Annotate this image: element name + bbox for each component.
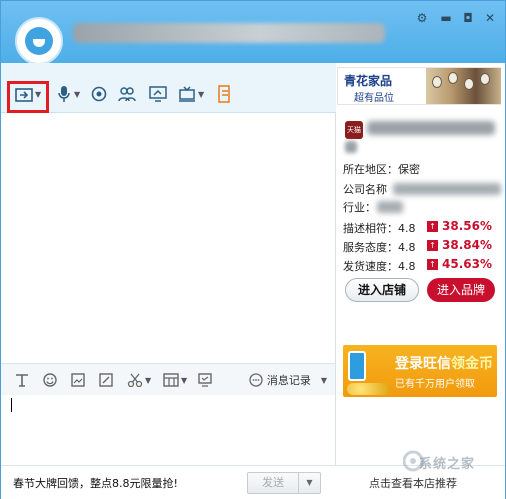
up-arrow-icon: ↑ bbox=[427, 259, 438, 270]
message-history-button[interactable]: 消息记录 ▼ bbox=[249, 372, 327, 388]
send-button[interactable]: 发送 bbox=[247, 472, 299, 494]
store-info-panel: 青花家品 超有品位 天猫 所在地区：保密 公司名称 行业： 描述相符：4.8 ↑… bbox=[337, 63, 505, 465]
banner-brand-name: 青花家品 bbox=[344, 74, 393, 88]
send-options-button[interactable]: ▼ bbox=[299, 472, 321, 494]
region-label: 所在地区： bbox=[343, 163, 398, 176]
region-value: 保密 bbox=[398, 163, 420, 176]
industry-redacted bbox=[377, 201, 403, 213]
rating-label: 描述相符：4.8 bbox=[343, 222, 416, 235]
store-name-redacted-2 bbox=[345, 141, 357, 153]
message-area[interactable] bbox=[1, 113, 336, 363]
company-name-redacted bbox=[393, 183, 501, 195]
edit-button[interactable] bbox=[99, 372, 113, 388]
chevron-down-icon: ▼ bbox=[145, 375, 152, 385]
chevron-down-icon: ▼ bbox=[74, 89, 81, 99]
rating-percent: 45.63% bbox=[442, 257, 492, 271]
rating-percent: 38.56% bbox=[442, 219, 492, 233]
picture-icon bbox=[71, 373, 85, 387]
avatar-face-icon bbox=[25, 27, 53, 55]
wangxin-coin-banner[interactable]: 登录旺信领金币 已有千万用户领取 bbox=[343, 345, 497, 397]
rating-label: 服务态度：4.8 bbox=[343, 241, 416, 254]
smiley-icon bbox=[43, 373, 57, 387]
font-icon bbox=[16, 374, 28, 387]
screen-share-button[interactable] bbox=[149, 83, 167, 105]
chevron-down-icon: ▼ bbox=[320, 375, 327, 385]
company-label: 公司名称 bbox=[343, 183, 387, 196]
minimize-icon[interactable]: ▬ bbox=[438, 10, 454, 26]
rating-label: 发货速度：4.8 bbox=[343, 260, 416, 273]
screenshot-button[interactable]: ▼ bbox=[127, 372, 151, 388]
font-button[interactable] bbox=[15, 372, 29, 388]
chevron-down-icon: ▼ bbox=[198, 89, 205, 99]
monitor-icon bbox=[198, 373, 212, 387]
settings-icon[interactable]: ⚙ bbox=[414, 10, 430, 26]
remote-assist-icon bbox=[179, 86, 195, 102]
close-icon[interactable]: ✕ bbox=[482, 10, 498, 26]
enter-store-button[interactable]: 进入店铺 bbox=[345, 278, 419, 302]
banner-subtitle: 已有千万用户领取 bbox=[395, 379, 475, 390]
tmall-logo: 天猫 bbox=[345, 121, 363, 139]
brand-banner[interactable]: 青花家品 超有品位 bbox=[337, 67, 501, 105]
scissors-icon bbox=[127, 373, 143, 387]
industry-row: 行业： bbox=[343, 199, 376, 215]
up-arrow-icon: ↑ bbox=[427, 221, 438, 232]
calculator-icon bbox=[163, 373, 179, 387]
users-icon bbox=[118, 87, 136, 102]
up-arrow-icon: ↑ bbox=[427, 240, 438, 251]
chat-window: ⚙ ▬ ◘ ✕ ▼ ▼ ▼ ▼ ▼ 消息记录 ▼ 春节大牌回馈，整点8.8元限量… bbox=[0, 0, 506, 499]
message-input[interactable] bbox=[1, 395, 336, 465]
company-row: 公司名称 bbox=[343, 181, 387, 197]
screen-share-icon bbox=[149, 86, 167, 102]
emoji-button[interactable] bbox=[43, 372, 57, 388]
highlight-annotation bbox=[7, 81, 49, 113]
message-history-label: 消息记录 bbox=[266, 374, 311, 387]
watermark-text: 系统之家 bbox=[419, 457, 476, 472]
coins-icon bbox=[347, 383, 391, 395]
window-shake-button[interactable] bbox=[198, 372, 212, 388]
enter-brand-button[interactable]: 进入品牌 bbox=[427, 278, 495, 302]
task-icon bbox=[218, 85, 230, 103]
industry-label: 行业： bbox=[343, 201, 376, 214]
remote-assist-button[interactable]: ▼ bbox=[178, 83, 204, 105]
window-header: ⚙ ▬ ◘ ✕ bbox=[1, 1, 505, 65]
chat-toolbar: ▼ ▼ ▼ bbox=[1, 63, 336, 113]
rating-percent: 38.84% bbox=[442, 238, 492, 252]
task-button[interactable] bbox=[216, 83, 232, 105]
microphone-icon bbox=[58, 86, 70, 102]
region-row: 所在地区：保密 bbox=[343, 161, 420, 177]
banner-slogan: 超有品位 bbox=[354, 93, 394, 104]
promo-link[interactable]: 春节大牌回馈，整点8.8元限量抢! bbox=[13, 475, 178, 491]
contacts-button[interactable] bbox=[118, 83, 136, 105]
text-cursor bbox=[11, 398, 12, 412]
phone-icon bbox=[348, 351, 366, 381]
voice-button[interactable]: ▼ bbox=[56, 83, 80, 105]
input-toolbar: ▼ ▼ 消息记录 ▼ bbox=[1, 363, 336, 395]
chevron-down-icon: ▼ bbox=[181, 375, 188, 385]
username-redacted bbox=[73, 23, 385, 43]
calculator-button[interactable]: ▼ bbox=[163, 372, 187, 388]
store-name-redacted bbox=[367, 121, 495, 135]
banner-title: 登录旺信领金币 bbox=[395, 356, 493, 372]
banner-product-image bbox=[426, 68, 501, 104]
chat-bubble-icon bbox=[249, 373, 263, 387]
image-button[interactable] bbox=[71, 372, 85, 388]
pencil-icon bbox=[99, 373, 113, 387]
avatar[interactable] bbox=[15, 17, 63, 65]
video-button[interactable] bbox=[91, 83, 107, 105]
camera-icon bbox=[91, 86, 107, 102]
maximize-icon[interactable]: ◘ bbox=[460, 10, 476, 26]
